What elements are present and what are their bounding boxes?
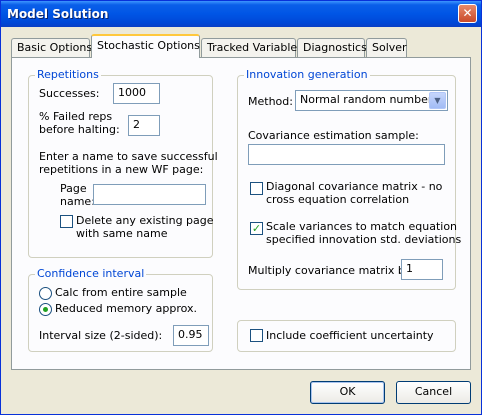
tab-diagnostics[interactable]: Diagnostics: [297, 38, 367, 57]
tab-tracked-variables[interactable]: Tracked Variables: [201, 38, 303, 57]
covariance-sample-label: Covariance estimation sample:: [248, 129, 419, 142]
diagonal-covariance-label-line2: cross equation correlation: [266, 193, 410, 206]
method-select[interactable]: Normal random numbers ▼: [295, 90, 448, 111]
page-name-input[interactable]: [93, 184, 206, 205]
reduced-memory-label: Reduced memory approx.: [55, 302, 198, 315]
ok-button[interactable]: OK: [310, 381, 385, 404]
innovation-generation-group: Innovation generation Method: Normal ran…: [237, 68, 461, 290]
before-halting-label: before halting:: [39, 123, 120, 136]
reduced-memory-radio[interactable]: [39, 303, 52, 316]
diagonal-covariance-label-line1: Diagonal covariance matrix - no: [266, 180, 443, 193]
repetitions-group: Repetitions Successes: 1000 % Failed rep…: [28, 68, 218, 258]
innovation-generation-group-title: Innovation generation: [244, 68, 370, 81]
cancel-button[interactable]: Cancel: [396, 381, 471, 404]
include-coefficient-uncertainty-checkbox[interactable]: [250, 329, 263, 342]
coefficient-uncertainty-group: Include coefficient uncertainty: [237, 320, 456, 352]
delete-existing-page-label-line2: with same name: [76, 227, 168, 240]
diagonal-covariance-checkbox[interactable]: [250, 182, 263, 195]
scale-variances-label-line1: Scale variances to match equation: [266, 220, 458, 233]
chevron-down-icon[interactable]: ▼: [429, 92, 446, 109]
page-name-label-line2: name:: [60, 195, 95, 208]
confidence-interval-group: Confidence interval Calc from entire sam…: [28, 267, 213, 352]
failed-reps-input[interactable]: 2: [128, 115, 160, 136]
method-label: Method:: [248, 95, 293, 108]
radio-selected-dot: [43, 307, 48, 312]
calc-entire-sample-radio[interactable]: [39, 287, 52, 300]
covariance-sample-input[interactable]: [248, 144, 445, 165]
successes-label: Successes:: [39, 87, 100, 100]
tab-basic-options[interactable]: Basic Options: [11, 38, 92, 57]
failed-reps-label: % Failed reps: [39, 110, 113, 123]
multiply-covariance-input[interactable]: 1: [401, 259, 443, 280]
multiply-covariance-label: Multiply covariance matrix by:: [248, 264, 415, 277]
successes-input[interactable]: 1000: [113, 83, 160, 104]
repetitions-group-title: Repetitions: [35, 68, 101, 81]
scale-variances-label-line2: specified innovation std. deviations: [266, 233, 462, 246]
scale-variances-checkbox[interactable]: ✓: [250, 222, 263, 235]
tab-solver[interactable]: Solver: [366, 38, 407, 57]
save-instructions-line2: repetitions in a new WF page:: [39, 163, 204, 176]
page-name-label-line1: Page: [60, 182, 87, 195]
delete-existing-page-label-line1: Delete any existing page: [76, 214, 214, 227]
close-button[interactable]: ✕: [458, 4, 477, 23]
calc-entire-sample-label: Calc from entire sample: [55, 286, 187, 299]
title-bar[interactable]: Model Solution ✕: [1, 1, 481, 27]
interval-size-input[interactable]: 0.95: [173, 325, 209, 346]
save-instructions-line1: Enter a name to save successful: [39, 150, 218, 163]
stochastic-options-panel: Repetitions Successes: 1000 % Failed rep…: [11, 57, 471, 370]
include-coefficient-uncertainty-label: Include coefficient uncertainty: [266, 329, 434, 342]
delete-existing-page-checkbox[interactable]: [60, 215, 73, 228]
model-solution-dialog: Model Solution ✕ Basic Options Stochasti…: [0, 0, 482, 415]
confidence-interval-group-title: Confidence interval: [35, 267, 147, 280]
tab-stochastic-options[interactable]: Stochastic Options: [91, 34, 200, 58]
window-title: Model Solution: [7, 7, 109, 21]
interval-size-label: Interval size (2-sided):: [39, 329, 163, 342]
method-select-value: Normal random numbers: [300, 93, 439, 106]
